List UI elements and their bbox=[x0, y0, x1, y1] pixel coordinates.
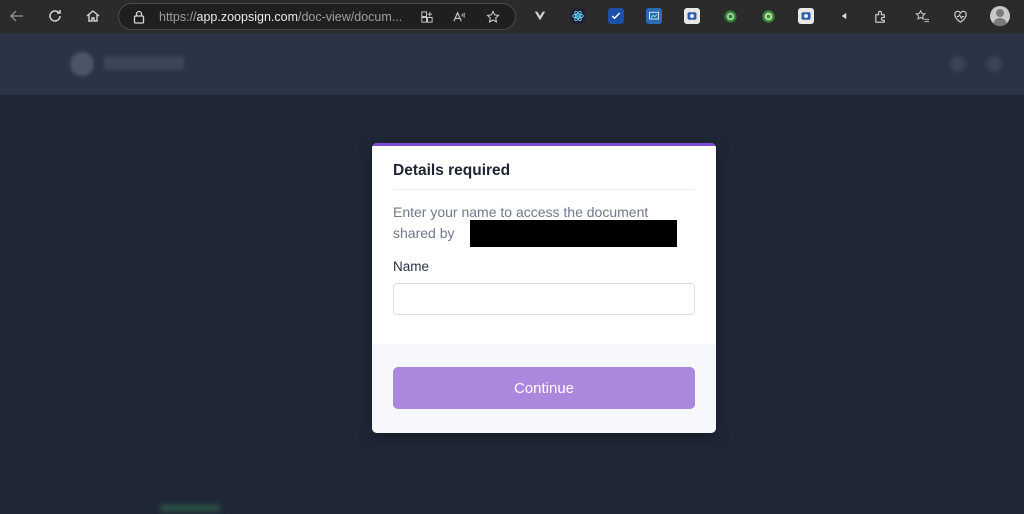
details-required-dialog: Details required Enter your name to acce… bbox=[372, 143, 716, 433]
extension-green-ring-icon[interactable] bbox=[722, 8, 738, 24]
url-text[interactable]: https://app.zoopsign.com/doc-view/docum.… bbox=[159, 10, 421, 24]
header-menu-icon bbox=[986, 56, 1002, 72]
backdrop-highlight bbox=[160, 505, 220, 511]
address-bar[interactable]: https://app.zoopsign.com/doc-view/docum.… bbox=[118, 3, 516, 30]
favorites-icon[interactable] bbox=[914, 8, 930, 24]
dialog-divider bbox=[393, 189, 695, 190]
back-icon[interactable] bbox=[6, 5, 28, 27]
profile-avatar[interactable] bbox=[990, 6, 1010, 26]
dialog-title: Details required bbox=[393, 162, 511, 179]
name-label: Name bbox=[393, 259, 430, 274]
app-available-icon[interactable] bbox=[419, 10, 434, 25]
browser-toolbar: https://app.zoopsign.com/doc-view/docum.… bbox=[0, 0, 1024, 33]
redacted-sender-name bbox=[470, 220, 677, 247]
dialog-footer: Continue bbox=[372, 344, 716, 433]
url-host: app.zoopsign.com bbox=[196, 10, 298, 24]
url-scheme: https:// bbox=[159, 10, 197, 24]
dialog-accent-bar bbox=[372, 143, 716, 146]
app-logo-wordmark bbox=[104, 56, 184, 70]
extension-capture-icon-2[interactable] bbox=[798, 8, 814, 24]
extension-arrow-icon[interactable] bbox=[836, 8, 852, 24]
extension-check-icon[interactable] bbox=[608, 8, 624, 24]
favorite-star-icon[interactable] bbox=[485, 10, 500, 25]
extension-react-icon[interactable] bbox=[570, 8, 586, 24]
name-input[interactable] bbox=[393, 283, 695, 315]
extension-screen-icon[interactable] bbox=[646, 8, 662, 24]
read-aloud-icon[interactable] bbox=[451, 10, 466, 25]
url-path: /doc-view/docum... bbox=[297, 10, 403, 24]
header-action-icon bbox=[950, 56, 966, 72]
refresh-icon[interactable] bbox=[44, 5, 66, 27]
extension-green-ring-icon-2[interactable] bbox=[760, 8, 776, 24]
lock-icon bbox=[133, 10, 145, 24]
extensions-puzzle-icon[interactable] bbox=[872, 8, 888, 24]
extension-v-icon[interactable] bbox=[532, 8, 548, 24]
extension-capture-icon[interactable] bbox=[684, 8, 700, 24]
browser-essentials-icon[interactable] bbox=[952, 8, 968, 24]
app-logo-icon bbox=[70, 52, 94, 76]
home-icon[interactable] bbox=[82, 5, 104, 27]
continue-button[interactable]: Continue bbox=[393, 367, 695, 409]
